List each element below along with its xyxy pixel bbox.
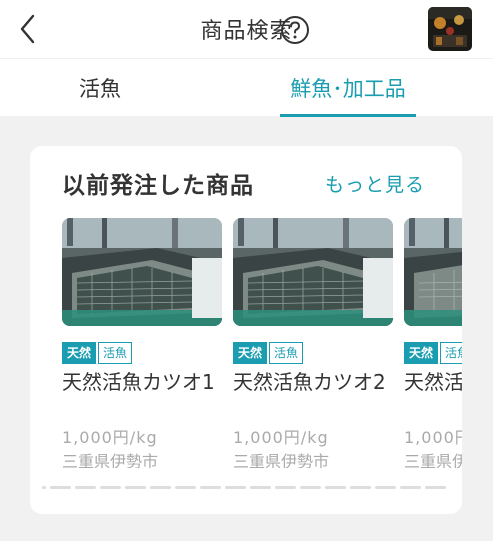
carousel-scrollbar[interactable] [42,486,446,490]
product-card[interactable]: 天然 活魚 天然活魚カツオ2 1,000円/kg 三重県伊勢市 [233,218,393,468]
product-tags: 天然 活魚 [62,342,133,364]
header-bar: 商品検索 [0,0,493,58]
page-title: 商品検索 [200,19,293,44]
product-price: 1,000円/kg [233,428,329,447]
product-image [404,218,462,326]
product-origin: 三重県伊勢市 [62,452,159,468]
tab-live-fish[interactable]: 活魚 [40,59,160,117]
user-avatar-image [428,7,472,51]
category-tabs: 活魚 鮮魚･加工品 [0,58,493,117]
product-image [233,218,393,326]
product-name: 天然活魚カツオ1 [62,370,215,394]
question-circle-icon [281,16,309,44]
product-origin: 三重県伊勢市 [233,452,330,468]
product-name: 天然活魚カツオ3 [404,370,462,394]
product-image [62,218,222,326]
product-price: 1,000円/kg [62,428,158,447]
section-title: 以前発注した商品 [62,173,254,199]
product-card[interactable]: 天然 活魚 天然活魚カツオ1 1,000円/kg 三重県伊勢市 [62,218,222,468]
active-tab-indicator [280,114,416,117]
product-carousel[interactable]: 天然 活魚 天然活魚カツオ1 1,000円/kg 三重県伊勢市 天然 活魚 天然… [62,218,462,468]
product-card[interactable]: 天然 活魚 天然活魚カツオ3 1,000円/kg 三重県伊勢市 [404,218,462,468]
tag-wild: 天然 [404,342,439,364]
product-tags: 天然 活魚 [233,342,304,364]
tag-live: 活魚 [98,342,133,364]
tag-live: 活魚 [440,342,462,364]
product-price: 1,000円/kg [404,428,462,447]
tag-wild: 天然 [233,342,268,364]
previous-orders-card: 以前発注した商品 もっと見る 天然 活魚 天然活魚カツオ1 1,000円/kg … [30,146,462,514]
help-button[interactable] [280,15,310,45]
product-name: 天然活魚カツオ2 [233,370,386,394]
see-more-link[interactable]: もっと見る [325,170,425,197]
product-tags: 天然 活魚 [404,342,462,364]
product-origin: 三重県伊勢市 [404,452,462,468]
tag-live: 活魚 [269,342,304,364]
tag-wild: 天然 [62,342,97,364]
avatar[interactable] [428,7,472,51]
tab-fresh-fish-processed[interactable]: 鮮魚･加工品 [270,59,426,117]
